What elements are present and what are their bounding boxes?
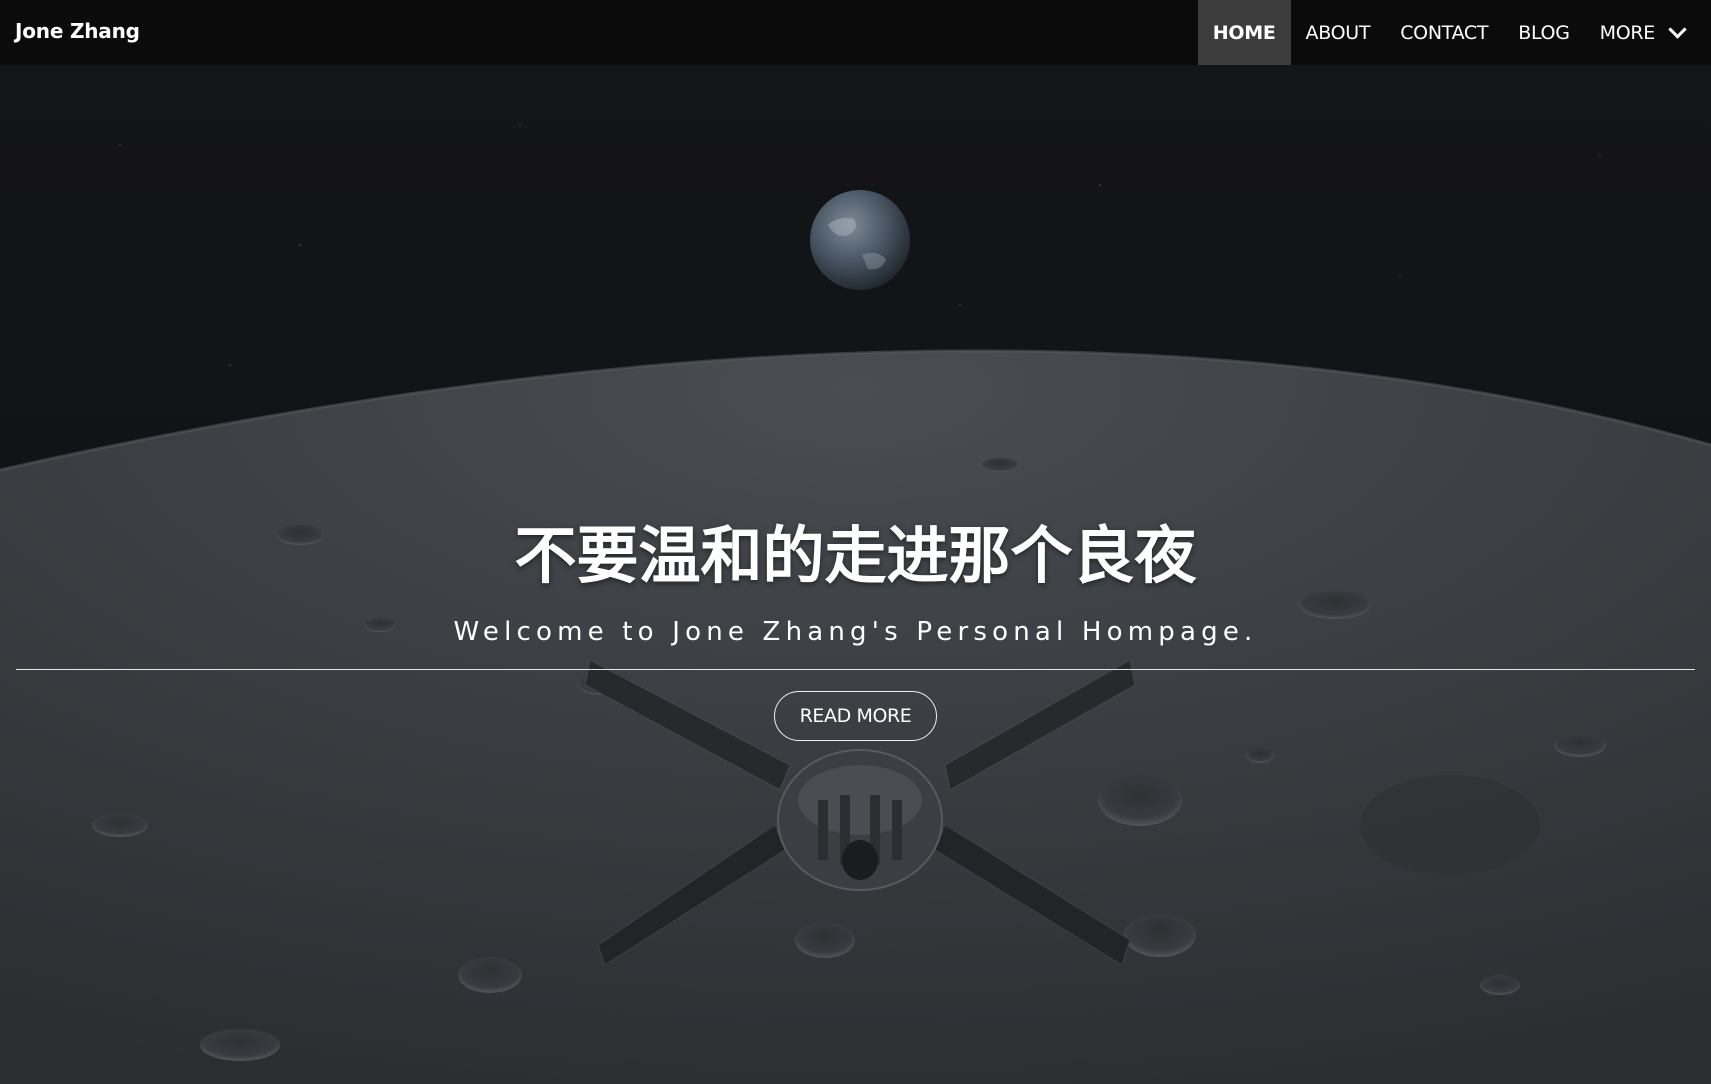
nav-item-blog[interactable]: BLOG: [1503, 0, 1584, 65]
hero-divider: [16, 669, 1695, 670]
homepage: Jone Zhang HOME ABOUT CONTACT BLOG MORE: [0, 0, 1711, 1084]
earth: [810, 190, 910, 290]
hero-title: 不要温和的走进那个良夜: [514, 519, 1197, 592]
hero-subtitle: Welcome to Jone Zhang's Personal Hompage…: [453, 617, 1258, 647]
nav-item-more-label: MORE: [1599, 21, 1656, 44]
nav-item-more-dropdown[interactable]: MORE: [1585, 0, 1699, 65]
nav-item-home-label: HOME: [1212, 21, 1276, 44]
nav-item-contact-label: CONTACT: [1400, 21, 1489, 44]
hero-section: 不要温和的走进那个良夜 Welcome to Jone Zhang's Pers…: [0, 65, 1711, 1084]
nav-menu: HOME ABOUT CONTACT BLOG MORE: [1197, 0, 1711, 65]
chevron-down-icon: [1668, 20, 1687, 39]
nav-item-blog-label: BLOG: [1518, 21, 1570, 44]
nav-item-contact[interactable]: CONTACT: [1385, 0, 1503, 65]
nav-item-about[interactable]: ABOUT: [1291, 0, 1386, 65]
nav-item-home[interactable]: HOME: [1197, 0, 1291, 65]
nav-item-about-label: ABOUT: [1305, 21, 1371, 44]
brand-logo-link[interactable]: Jone Zhang: [15, 19, 140, 43]
read-more-button[interactable]: READ MORE: [774, 691, 937, 741]
top-navbar: Jone Zhang HOME ABOUT CONTACT BLOG MORE: [0, 0, 1711, 65]
